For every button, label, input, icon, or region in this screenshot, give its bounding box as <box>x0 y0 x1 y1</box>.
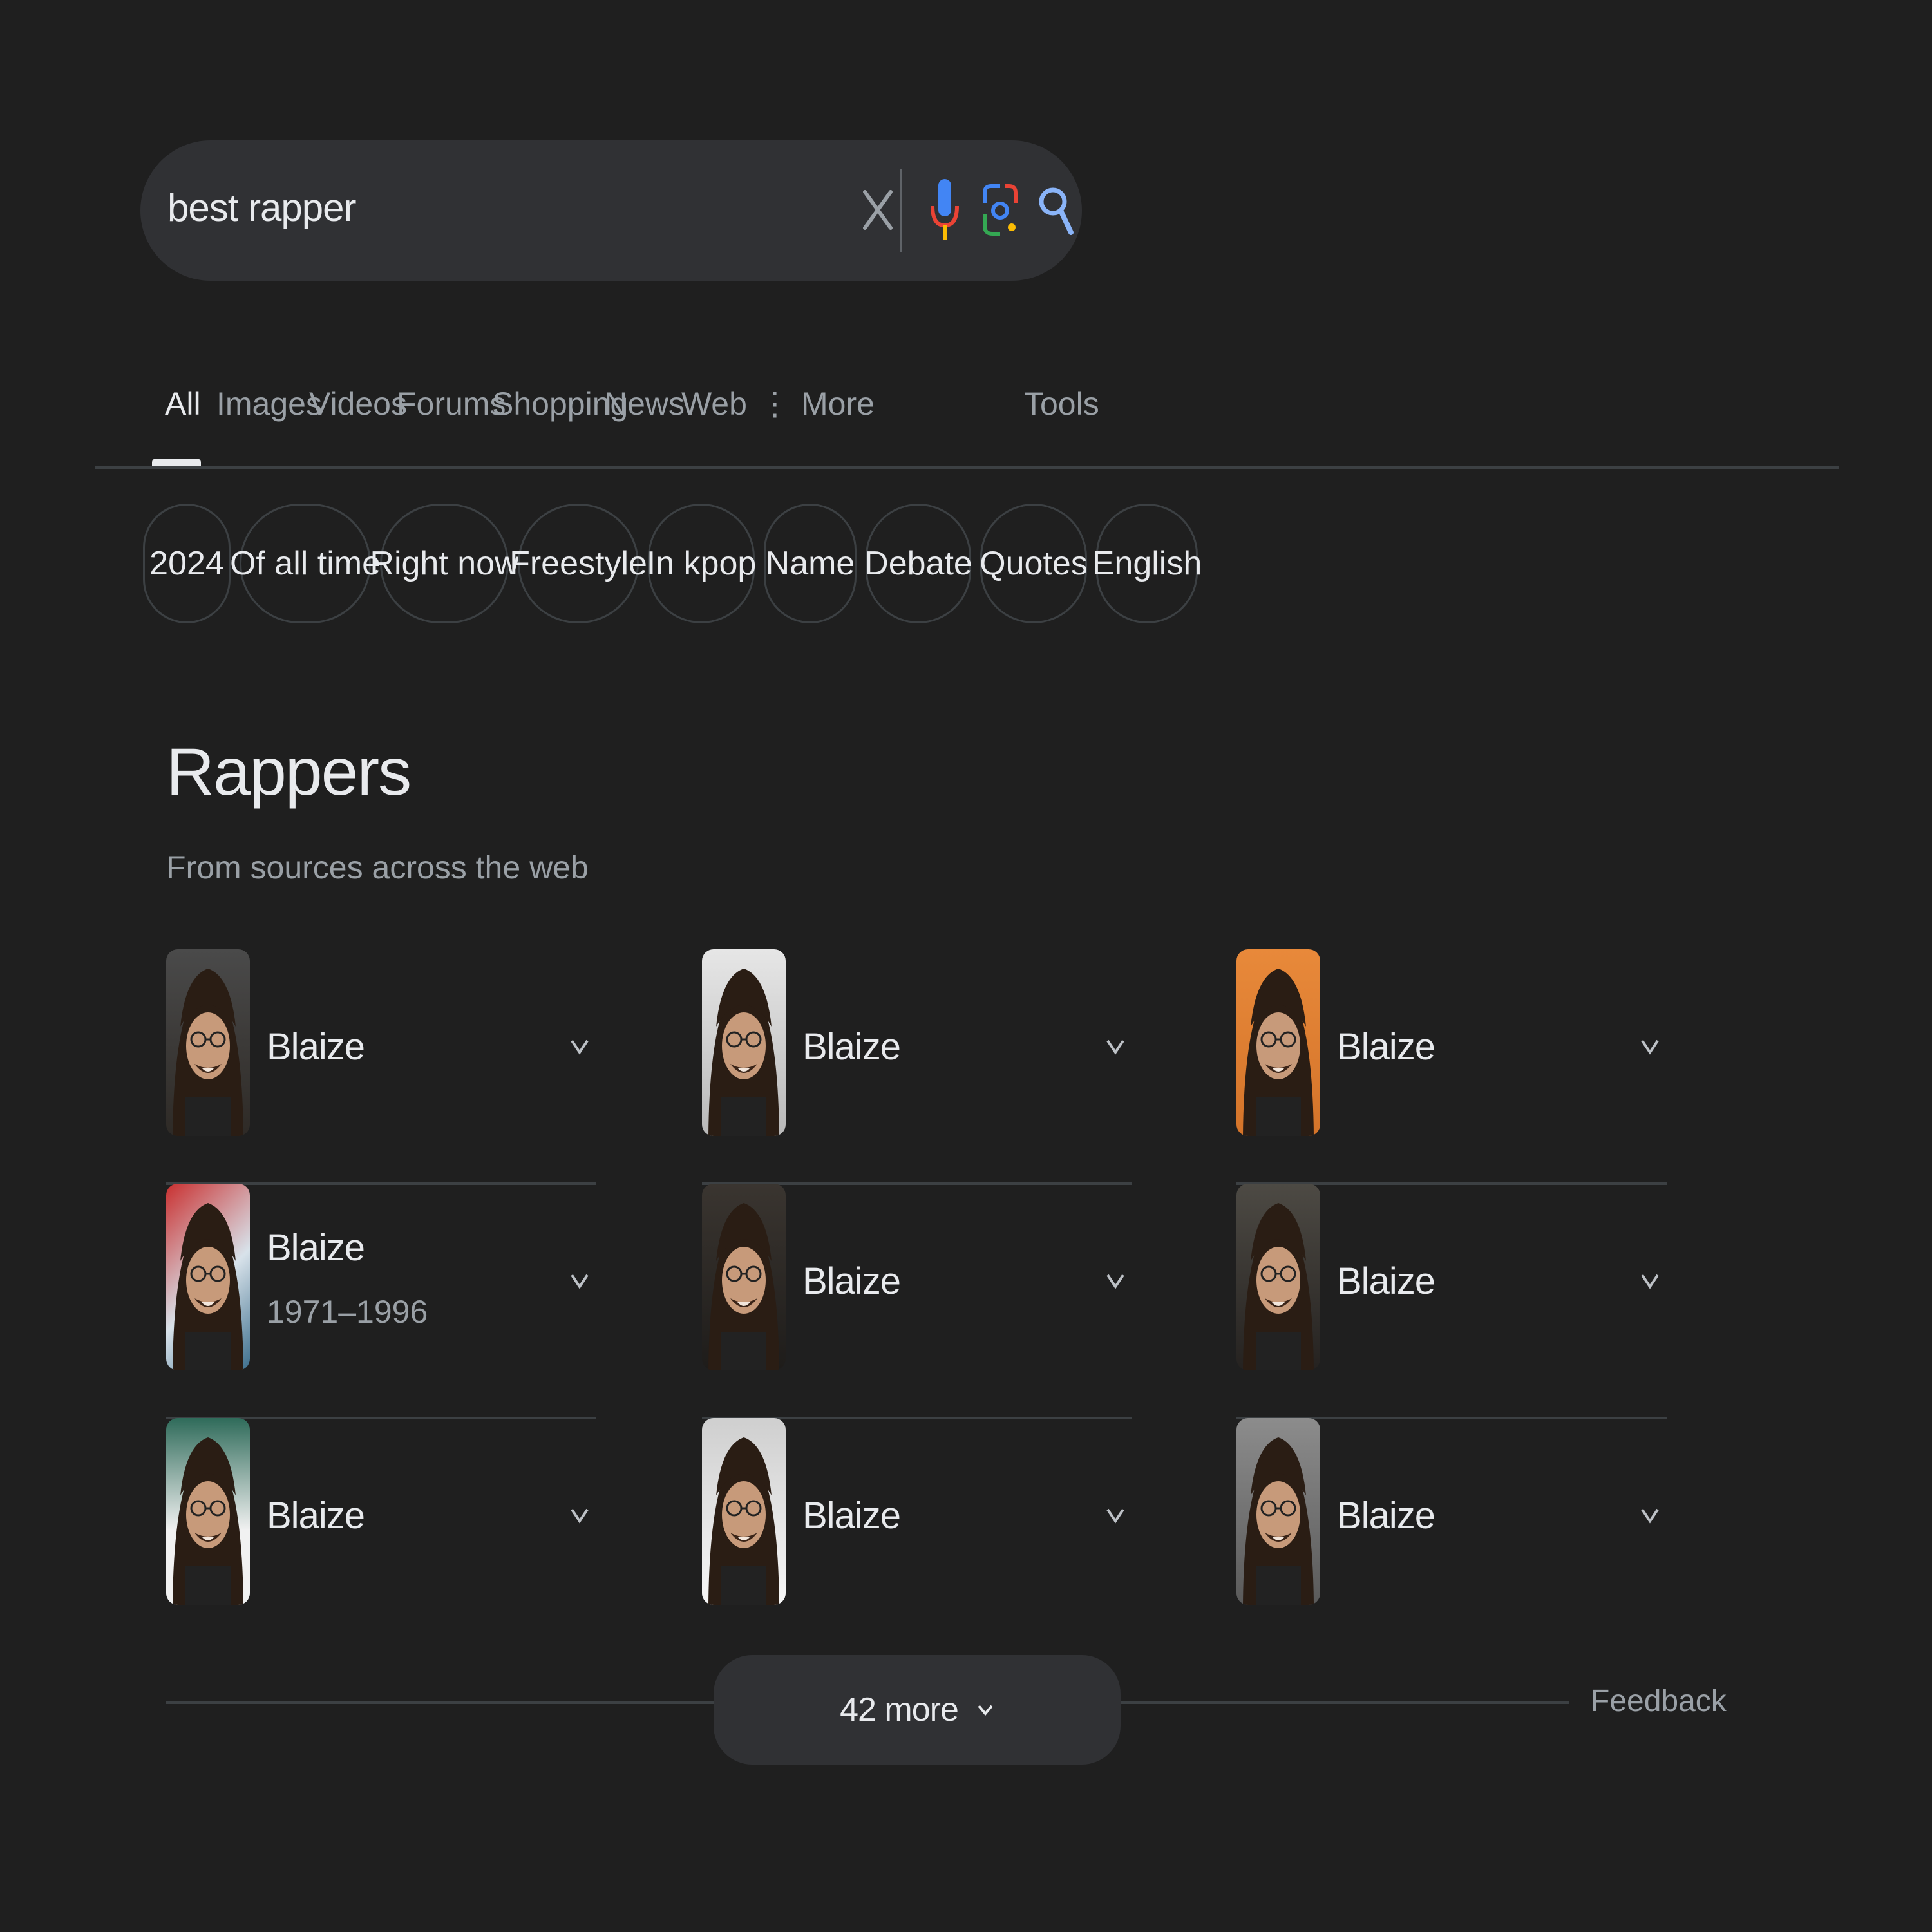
rapper-card[interactable]: Blaize <box>702 949 1132 1185</box>
chevron-down-icon[interactable] <box>567 1033 592 1059</box>
chevron-down-icon[interactable] <box>1103 1502 1128 1528</box>
rapper-name: Blaize <box>802 1495 901 1537</box>
section-subtitle: From sources across the web <box>166 849 589 886</box>
search-divider <box>900 169 902 252</box>
search-input[interactable]: best rapper <box>167 185 357 230</box>
rapper-card[interactable]: Blaize <box>1236 1184 1667 1419</box>
active-tab-indicator <box>152 459 201 466</box>
search-bar[interactable]: best rapper <box>140 140 1082 281</box>
rapper-thumbnail <box>1236 1184 1320 1370</box>
tab-forums[interactable]: Forums <box>397 385 506 422</box>
chip-in-kpop[interactable]: In kpop <box>647 504 756 623</box>
chevron-down-icon[interactable] <box>1103 1267 1128 1293</box>
show-more-button[interactable]: 42 more <box>714 1655 1121 1765</box>
chevron-down-icon <box>978 1705 993 1716</box>
rapper-card[interactable]: Blaize <box>1236 949 1667 1185</box>
bottom-divider-right <box>1121 1701 1569 1704</box>
chip-2024[interactable]: 2024 <box>143 504 231 623</box>
search-submit-button[interactable] <box>1020 171 1091 249</box>
chevron-down-icon[interactable] <box>1637 1033 1663 1059</box>
chip-english[interactable]: English <box>1092 504 1202 623</box>
chevron-down-icon[interactable] <box>1637 1267 1663 1293</box>
chevron-down-icon[interactable] <box>1103 1033 1128 1059</box>
chip-of-all-time[interactable]: Of all time <box>230 504 381 623</box>
search-icon <box>1039 187 1074 235</box>
chip-right-now[interactable]: Right now <box>370 504 519 623</box>
rapper-card[interactable]: Blaize <box>702 1184 1132 1419</box>
chip-freestyle[interactable]: Freestyle <box>509 504 647 623</box>
rapper-card[interactable]: Blaize <box>1236 1418 1667 1654</box>
rapper-thumbnail <box>1236 1418 1320 1605</box>
feedback-link[interactable]: Feedback <box>1591 1683 1727 1719</box>
tab-videos[interactable]: Videos <box>309 385 407 422</box>
tab-all[interactable]: All <box>165 385 201 422</box>
rapper-name: Blaize <box>802 1026 901 1068</box>
section-title: Rappers <box>166 735 412 810</box>
clear-search-button[interactable] <box>842 171 913 249</box>
tab-images[interactable]: Images <box>216 385 322 422</box>
search-results-page: best rapper All Images Videos Forums Sho… <box>0 0 1932 1932</box>
rapper-name: Blaize <box>267 1495 365 1537</box>
rapper-name: Blaize <box>267 1227 365 1269</box>
tabs-divider <box>95 466 1839 469</box>
rapper-card[interactable]: Blaize 1971–1996 <box>166 1184 596 1419</box>
rapper-card[interactable]: Blaize <box>702 1418 1132 1654</box>
chip-debate[interactable]: Debate <box>864 504 972 623</box>
rapper-thumbnail <box>166 1184 250 1370</box>
rapper-name: Blaize <box>802 1260 901 1302</box>
tab-web[interactable]: Web <box>681 385 747 422</box>
tab-more-label: More <box>801 386 875 422</box>
rapper-card[interactable]: Blaize <box>166 949 596 1185</box>
rapper-name: Blaize <box>267 1026 365 1068</box>
bottom-divider-left <box>166 1701 714 1704</box>
rapper-thumbnail <box>166 949 250 1136</box>
chevron-down-icon[interactable] <box>567 1502 592 1528</box>
rapper-name: Blaize <box>1337 1495 1435 1537</box>
tab-more[interactable]: ⋮ More <box>759 385 875 422</box>
tab-news[interactable]: News <box>604 385 685 422</box>
rapper-thumbnail <box>1236 949 1320 1136</box>
rapper-thumbnail <box>702 949 786 1136</box>
chip-name[interactable]: Name <box>764 504 857 623</box>
microphone-icon <box>931 179 959 240</box>
rapper-years: 1971–1996 <box>267 1294 428 1330</box>
chevron-down-icon[interactable] <box>567 1267 592 1293</box>
close-icon <box>863 190 893 230</box>
chip-quotes[interactable]: Quotes <box>980 504 1088 623</box>
rapper-thumbnail <box>702 1418 786 1605</box>
rapper-name: Blaize <box>1337 1260 1435 1302</box>
more-dots-icon: ⋮ <box>759 386 791 422</box>
rapper-thumbnail <box>702 1184 786 1370</box>
tab-tools[interactable]: Tools <box>1024 385 1099 422</box>
search-tabs: All Images Videos Forums Shopping News W… <box>0 374 1932 470</box>
chevron-down-icon[interactable] <box>1637 1502 1663 1528</box>
rapper-thumbnail <box>166 1418 250 1605</box>
lens-icon <box>983 184 1018 236</box>
rapper-name: Blaize <box>1337 1026 1435 1068</box>
rapper-card[interactable]: Blaize <box>166 1418 596 1654</box>
show-more-label: 42 more <box>840 1691 959 1728</box>
